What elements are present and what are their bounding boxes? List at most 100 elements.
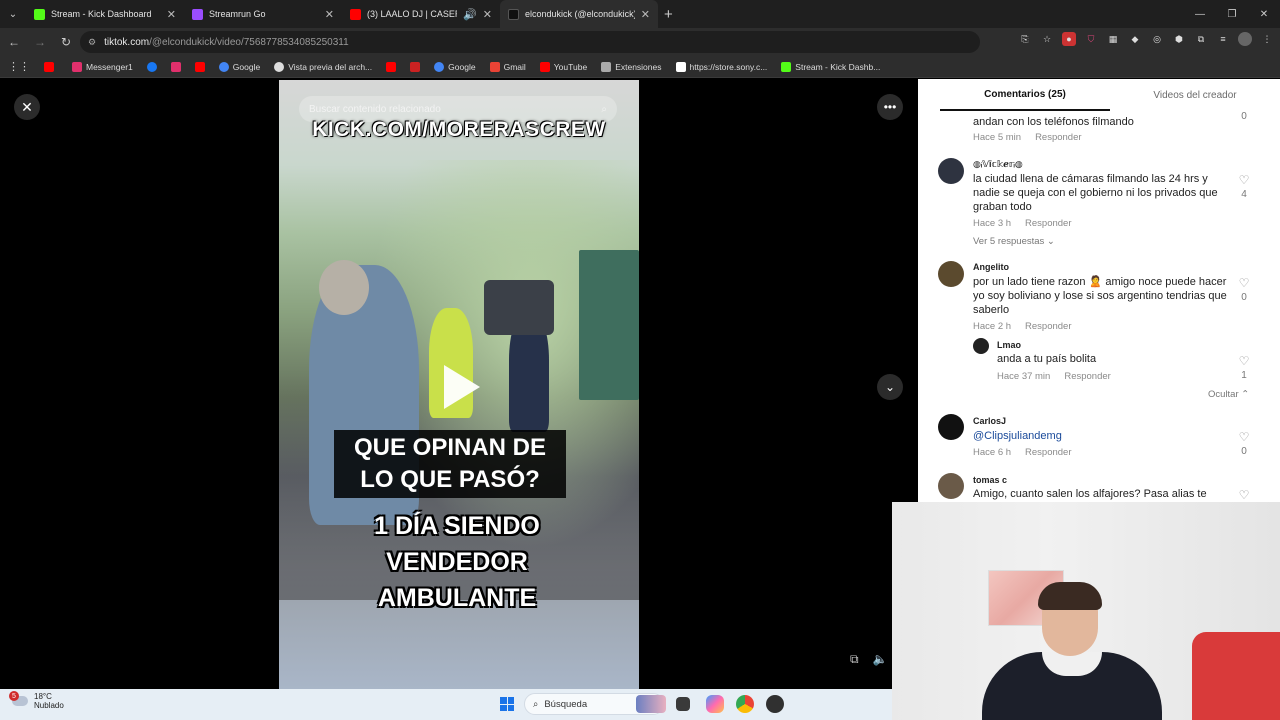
close-icon[interactable]: ✕: [483, 8, 492, 21]
reply-button[interactable]: Responder: [1025, 218, 1071, 229]
comment-username[interactable]: CarlosJ: [973, 416, 1006, 426]
like-button[interactable]: ♡: [1236, 488, 1252, 502]
file-explorer-icon[interactable]: [676, 697, 690, 711]
comment-time: Hace 37 min: [997, 371, 1051, 382]
tab-tiktok[interactable]: elcondukick (@elcondukick) | Ti ✕: [500, 0, 658, 28]
news-widget-icon[interactable]: [636, 695, 666, 713]
chrome-icon[interactable]: [736, 695, 754, 713]
close-window-icon[interactable]: ✕: [1248, 0, 1280, 28]
reply-button[interactable]: Responder: [1025, 447, 1071, 458]
apps-icon[interactable]: ⋮⋮: [8, 60, 30, 73]
windows-start-icon[interactable]: [500, 697, 514, 711]
streamrun-icon: [192, 8, 203, 20]
instagram-icon: [170, 61, 181, 72]
reply-button[interactable]: Responder: [1035, 132, 1081, 143]
view-replies-button[interactable]: Ver 5 respuestas ⌄: [973, 236, 1055, 247]
tab-kick-dashboard[interactable]: Stream - Kick Dashboard ✕: [26, 0, 184, 28]
extension-icon[interactable]: ●: [1062, 32, 1076, 46]
extension-icon[interactable]: ⬢: [1172, 32, 1186, 46]
search-icon[interactable]: ⌕: [601, 104, 607, 115]
bookmark-item[interactable]: Stream - Kick Dashb...: [781, 61, 880, 72]
next-video-button[interactable]: ⌄: [877, 374, 903, 400]
volume-icon[interactable]: 🔈: [873, 652, 888, 667]
bookmark-star-icon[interactable]: ☆: [1040, 32, 1054, 46]
media-icon[interactable]: ≡: [1216, 32, 1230, 46]
comment-username[interactable]: ◍ᵢ𝕍ī𝕔𝕜ℯ𝕣ᵢ◍: [973, 159, 1023, 170]
tab-youtube[interactable]: (3) LAALO DJ | CASERIO TV 🔊 ✕: [342, 0, 500, 28]
like-button[interactable]: ♡ 1: [1236, 354, 1252, 381]
obs-icon[interactable]: [766, 695, 784, 713]
extension-icon[interactable]: ▦: [1106, 32, 1120, 46]
site-info-icon[interactable]: ⚙: [88, 37, 96, 48]
new-tab-button[interactable]: +: [664, 6, 673, 23]
hide-replies-button[interactable]: Ocultar ⌃: [1208, 389, 1249, 400]
comment-username[interactable]: tomas c: [973, 475, 1007, 485]
more-options-button[interactable]: •••: [877, 94, 903, 120]
avatar[interactable]: [938, 473, 964, 499]
shield-icon[interactable]: ⛉: [1084, 32, 1098, 46]
reply-button[interactable]: Responder: [1064, 371, 1110, 382]
bookmark-item[interactable]: Gmail: [489, 61, 526, 72]
video-player[interactable]: Buscar contenido relacionado ⌕ KICK.COM/…: [279, 80, 639, 690]
bookmark-item[interactable]: YouTube: [539, 61, 587, 72]
menu-icon[interactable]: ⋮: [1260, 32, 1274, 46]
bookmark-item[interactable]: Messenger1: [72, 61, 133, 72]
tab-search-icon[interactable]: ⌄: [0, 9, 26, 20]
toggle-off-icon[interactable]: ◎: [1150, 32, 1164, 46]
comment-username[interactable]: Angelito: [973, 262, 1009, 272]
restore-icon[interactable]: ❐: [1216, 0, 1248, 28]
address-bar[interactable]: ⚙ tiktok.com/@elcondukick/video/75687785…: [80, 31, 980, 53]
back-icon[interactable]: ←: [2, 30, 26, 54]
bookmark-item[interactable]: Extensiones: [601, 61, 662, 72]
avatar[interactable]: [973, 338, 989, 354]
speaker-icon[interactable]: 🔊: [463, 8, 477, 21]
bookmark-item[interactable]: [170, 61, 181, 72]
bookmark-item[interactable]: Google: [434, 61, 476, 72]
window-controls: — ❐ ✕: [1184, 0, 1280, 28]
url-path: /@elcondukick/video/7568778534085250311: [149, 36, 349, 48]
heart-icon: ♡: [1238, 488, 1250, 502]
bookmark-item[interactable]: Google: [218, 61, 260, 72]
sony-icon: [675, 61, 686, 72]
play-icon[interactable]: [444, 365, 480, 409]
bookmark-item[interactable]: https://store.sony.c...: [675, 61, 767, 72]
panel-tabs: Comentarios (25) Videos del creador: [918, 79, 1280, 111]
extension-icon[interactable]: ◆: [1128, 32, 1142, 46]
avatar[interactable]: [1238, 32, 1252, 46]
pip-icon[interactable]: ⧉: [850, 652, 859, 667]
bookmark-item[interactable]: Vista previa del arch...: [274, 61, 372, 72]
bookmark-item[interactable]: [410, 61, 421, 72]
bookmark-item[interactable]: [44, 61, 58, 72]
avatar[interactable]: [938, 158, 964, 184]
avatar[interactable]: [938, 261, 964, 287]
forward-icon[interactable]: →: [28, 30, 52, 54]
comment-mention-link[interactable]: @Clipsjuliandemg: [973, 429, 1062, 443]
comment-time: Hace 5 min: [973, 132, 1022, 143]
avatar[interactable]: [938, 414, 964, 440]
install-app-icon[interactable]: ⎘: [1018, 32, 1032, 46]
puzzle-icon[interactable]: ⧉: [1194, 32, 1208, 46]
copilot-icon[interactable]: [706, 695, 724, 713]
close-icon[interactable]: ✕: [167, 8, 176, 21]
like-button[interactable]: ♡ 4: [1236, 173, 1252, 200]
tab-comments[interactable]: Comentarios (25): [940, 79, 1110, 111]
close-video-button[interactable]: ✕: [14, 94, 40, 120]
tab-streamrun[interactable]: Streamrun Go ✕: [184, 0, 342, 28]
caption-line: 1 DÍA SIENDO: [374, 512, 540, 540]
tab-creator-videos[interactable]: Videos del creador: [1110, 79, 1280, 111]
bookmark-item[interactable]: [146, 61, 157, 72]
like-button[interactable]: ♡ 0: [1236, 430, 1252, 457]
reply-button[interactable]: Responder: [1025, 321, 1071, 332]
minimize-icon[interactable]: —: [1184, 0, 1216, 28]
reload-icon[interactable]: ↻: [54, 30, 78, 54]
close-icon[interactable]: ✕: [325, 8, 334, 21]
like-button[interactable]: 0: [1236, 109, 1252, 122]
bookmark-item[interactable]: [194, 61, 205, 72]
player-controls: ⧉ 🔈: [850, 652, 888, 667]
comment-username[interactable]: Lmao: [997, 340, 1021, 350]
weather-widget[interactable]: 5 18°C Nublado: [9, 691, 64, 710]
like-button[interactable]: ♡ 0: [1236, 276, 1252, 303]
like-count: 1: [1241, 370, 1247, 381]
bookmark-item[interactable]: [386, 61, 397, 72]
close-icon[interactable]: ✕: [641, 8, 650, 21]
